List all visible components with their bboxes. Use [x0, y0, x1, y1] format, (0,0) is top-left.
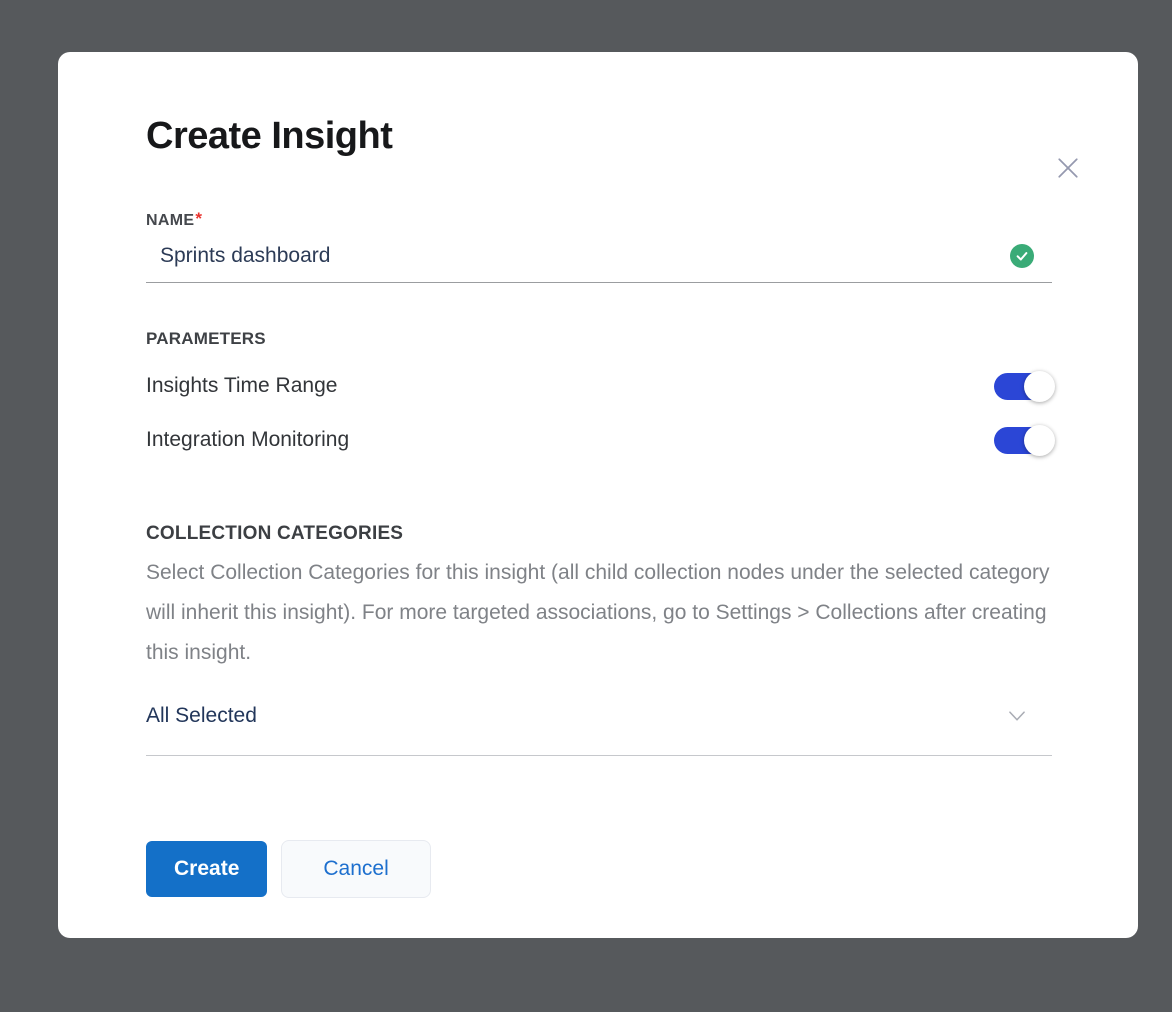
parameter-row-insights-time-range: Insights Time Range: [146, 359, 1052, 413]
collection-categories-dropdown[interactable]: All Selected: [146, 697, 1052, 756]
name-input-row: [146, 238, 1052, 283]
collection-categories-section: COLLECTION CATEGORIES Select Collection …: [146, 523, 1052, 756]
parameters-section: PARAMETERS Insights Time Range Integrati…: [146, 329, 1052, 467]
name-field-label: NAME: [146, 212, 194, 229]
name-input[interactable]: [146, 244, 1010, 268]
parameter-label: Insights Time Range: [146, 374, 337, 398]
toggle-knob: [1024, 425, 1055, 456]
close-button[interactable]: [1050, 150, 1086, 186]
insights-time-range-toggle[interactable]: [994, 373, 1052, 400]
close-icon: [1053, 153, 1083, 183]
integration-monitoring-toggle[interactable]: [994, 427, 1052, 454]
name-field-group: NAME*: [146, 212, 1052, 283]
chevron-down-icon: [1004, 703, 1030, 729]
parameter-row-integration-monitoring: Integration Monitoring: [146, 413, 1052, 467]
dropdown-selected-value: All Selected: [146, 704, 257, 728]
parameters-heading: PARAMETERS: [146, 329, 1052, 349]
dialog-actions: Create Cancel: [146, 840, 1052, 898]
name-field-label-row: NAME*: [146, 212, 1052, 232]
cancel-button[interactable]: Cancel: [281, 840, 430, 898]
create-button[interactable]: Create: [146, 841, 267, 897]
collection-categories-heading: COLLECTION CATEGORIES: [146, 523, 1052, 545]
collection-categories-description: Select Collection Categories for this in…: [146, 553, 1052, 673]
required-asterisk: *: [195, 209, 202, 228]
parameter-label: Integration Monitoring: [146, 428, 349, 452]
modal-overlay: Create Insight NAME* PARAMETERS Insights…: [0, 0, 1172, 1012]
dialog-title: Create Insight: [146, 112, 1052, 160]
create-insight-dialog: Create Insight NAME* PARAMETERS Insights…: [58, 52, 1138, 938]
toggle-knob: [1024, 371, 1055, 402]
valid-check-icon: [1010, 244, 1034, 268]
